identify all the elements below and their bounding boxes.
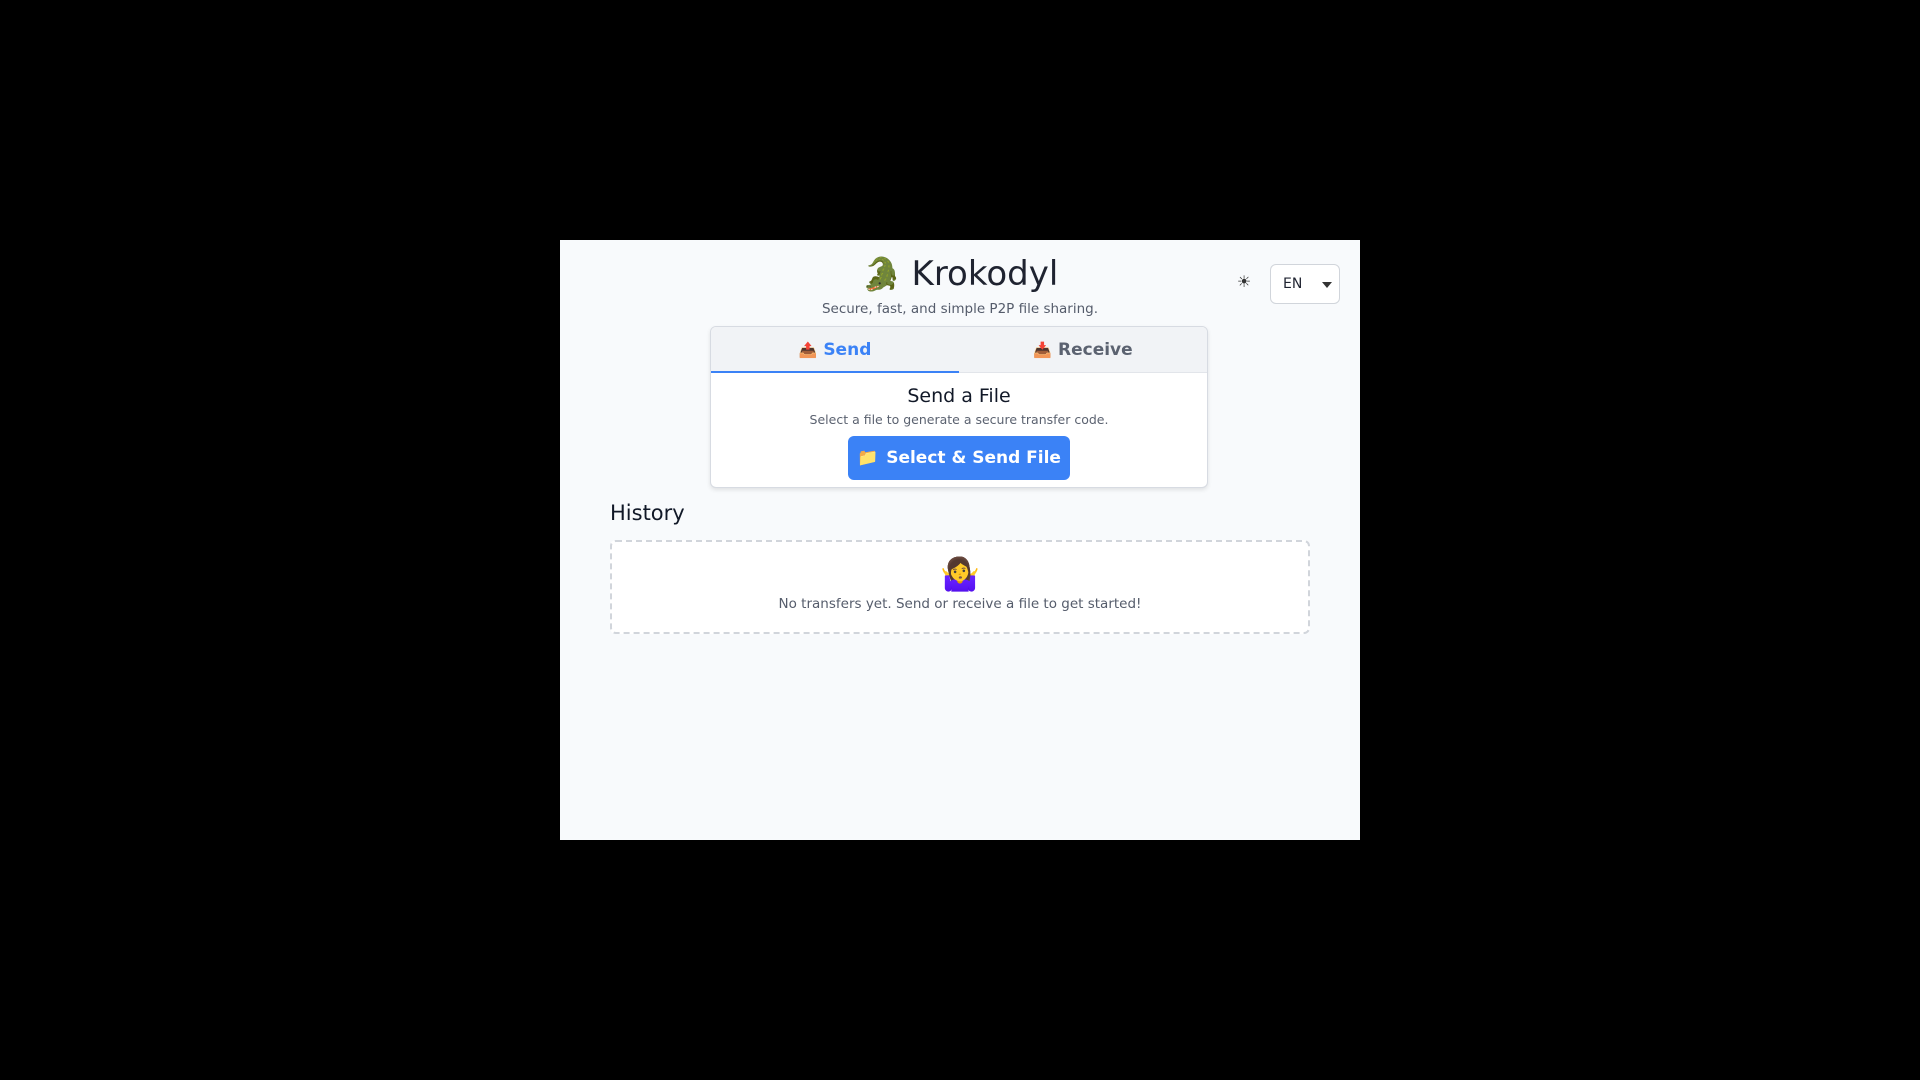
history-title: History bbox=[610, 501, 685, 525]
send-description: Select a file to generate a secure trans… bbox=[809, 412, 1109, 427]
inbox-tray-icon: 📥 bbox=[1033, 340, 1052, 359]
app-subtitle: Secure, fast, and simple P2P file sharin… bbox=[821, 301, 1099, 317]
outbox-tray-icon: 📤 bbox=[798, 340, 818, 359]
language-select[interactable]: EN bbox=[1270, 264, 1340, 304]
theme-toggle-sun-icon[interactable]: ☀ bbox=[1232, 270, 1256, 294]
history-empty-text: No transfers yet. Send or receive a file… bbox=[778, 596, 1142, 612]
transfer-card: 📤 Send 📥 Receive Send a File Select a fi… bbox=[710, 326, 1208, 488]
folder-icon: 📁 bbox=[857, 448, 879, 468]
chevron-down-icon bbox=[1322, 282, 1332, 288]
tab-receive-label: Receive bbox=[1058, 339, 1133, 360]
person-shrugging-icon: 🤷‍♀️ bbox=[940, 555, 980, 593]
send-panel: Send a File Select a file to generate a … bbox=[711, 384, 1207, 480]
tab-send[interactable]: 📤 Send bbox=[711, 327, 959, 373]
crocodile-logo-icon: 🐊 bbox=[861, 255, 902, 293]
select-send-file-label: Select & Send File bbox=[886, 448, 1061, 468]
select-send-file-button[interactable]: 📁 Select & Send File bbox=[848, 436, 1070, 480]
app-name: Krokodyl bbox=[911, 254, 1059, 294]
transfer-tabs: 📤 Send 📥 Receive bbox=[711, 327, 1207, 373]
send-title: Send a File bbox=[907, 385, 1011, 407]
tab-send-label: Send bbox=[823, 339, 872, 360]
app-window: 🐊 Krokodyl Secure, fast, and simple P2P … bbox=[560, 240, 1360, 840]
language-select-value: EN bbox=[1283, 276, 1303, 292]
history-empty-state: 🤷‍♀️ No transfers yet. Send or receive a… bbox=[610, 540, 1310, 634]
tab-receive[interactable]: 📥 Receive bbox=[959, 327, 1207, 372]
